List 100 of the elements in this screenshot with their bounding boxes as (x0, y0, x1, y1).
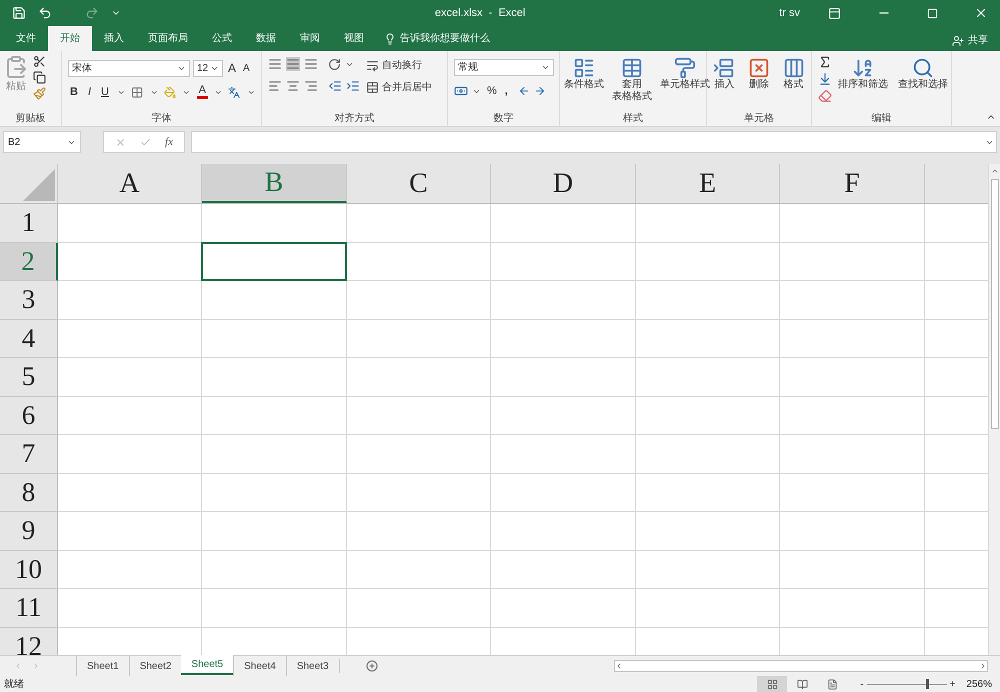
ribbon-tab[interactable]: 审阅 (288, 26, 332, 51)
share-button[interactable]: 共享 (940, 28, 1000, 53)
scroll-right-icon[interactable] (979, 662, 987, 670)
ribbon-tab[interactable]: 开始 (48, 26, 92, 51)
paint-bucket-icon[interactable] (164, 86, 176, 99)
indent-decrease-icon[interactable] (328, 79, 342, 93)
scissors-icon[interactable] (33, 55, 46, 68)
bold-button[interactable]: B (68, 84, 80, 100)
list-icon (573, 57, 595, 79)
ribbon-button[interactable]: 查找和选择 (894, 55, 952, 110)
zoom-slider[interactable] (866, 679, 947, 689)
column-header[interactable]: F (780, 164, 925, 203)
wrap-text-icon (366, 59, 379, 72)
font-size-dropdown[interactable]: 12 (193, 60, 223, 76)
previous-sheet-icon[interactable] (14, 662, 22, 670)
ribbon-button[interactable]: 删除 (744, 55, 774, 110)
eraser-icon[interactable] (818, 89, 832, 103)
tell-me-field[interactable]: 告诉我你想要做什么 (376, 26, 498, 51)
ribbon-tab[interactable]: 公式 (200, 26, 244, 51)
row-header[interactable]: 9 (0, 512, 58, 550)
insert-function-button[interactable]: fx (165, 134, 173, 150)
sum-icon[interactable] (818, 55, 832, 69)
table-icon (621, 57, 643, 79)
merge-cells-icon (366, 81, 379, 94)
ribbon-display-icon[interactable] (828, 6, 841, 20)
ribbon-tab[interactable]: 视图 (332, 26, 376, 51)
vertical-scrollbar[interactable] (988, 164, 1000, 655)
zoom-out-button[interactable]: - (857, 676, 867, 692)
row-header[interactable]: 12 (0, 628, 58, 655)
scroll-up-icon[interactable] (990, 167, 998, 175)
ribbon-button[interactable]: 条件格式 (560, 55, 608, 110)
grow-font-button[interactable]: A (226, 59, 238, 77)
increase-decimal-icon[interactable] (518, 85, 530, 98)
orientation-icon[interactable] (328, 58, 341, 70)
horizontal-scrollbar[interactable] (614, 660, 988, 672)
font-name-dropdown[interactable]: 宋体 (68, 60, 190, 76)
scrollbar-thumb[interactable] (990, 179, 998, 429)
name-box[interactable]: B2 (3, 131, 81, 153)
maximize-icon[interactable] (927, 8, 938, 18)
column-header[interactable]: C (347, 164, 491, 203)
sheet-tab[interactable]: Sheet5 (181, 655, 234, 675)
align-middle-icon[interactable] (286, 57, 300, 71)
column-header[interactable]: E (636, 164, 780, 203)
italic-button[interactable]: I (86, 84, 94, 100)
ribbon-button[interactable]: 套用 表格格式 (608, 55, 656, 110)
number-format-dropdown[interactable]: 常规 (454, 59, 554, 76)
row-header[interactable]: 4 (0, 320, 58, 358)
select-all-icon[interactable] (23, 169, 55, 201)
decrease-decimal-icon[interactable] (534, 85, 546, 98)
close-icon[interactable] (974, 6, 988, 20)
zoom-in-button[interactable]: + (946, 676, 958, 692)
scroll-left-icon[interactable] (615, 662, 623, 670)
merge-center-button[interactable]: 合并后居中 (366, 80, 432, 95)
square-x-icon (748, 57, 770, 79)
phonetic-icon[interactable] (228, 86, 241, 99)
row-header[interactable]: 5 (0, 358, 58, 396)
row-header[interactable]: 1 (0, 204, 58, 242)
row-header[interactable]: 11 (0, 589, 58, 628)
align-center-icon[interactable] (286, 79, 300, 93)
row-header[interactable]: 3 (0, 281, 58, 320)
row-header[interactable]: 2 (0, 242, 58, 281)
indent-increase-icon[interactable] (346, 79, 360, 93)
view-button[interactable] (757, 676, 788, 692)
column-header[interactable]: B (202, 164, 347, 203)
zoom-slider-thumb[interactable] (926, 679, 929, 689)
ribbon-tab[interactable]: 文件 (4, 26, 48, 51)
ribbon-button[interactable]: 格式 (778, 55, 809, 110)
next-sheet-icon[interactable] (32, 662, 40, 670)
align-right-icon[interactable] (304, 79, 318, 93)
row-header[interactable]: 10 (0, 550, 58, 589)
font-color-button[interactable]: A (196, 85, 208, 100)
ribbon-button[interactable]: 排序和筛选 (834, 55, 892, 110)
ribbon-tab[interactable]: 页面布局 (136, 26, 200, 51)
underline-button[interactable]: U (99, 84, 111, 100)
comma-button[interactable]: , (502, 83, 510, 100)
percent-button[interactable]: % (485, 83, 499, 100)
row-header[interactable]: 8 (0, 474, 58, 512)
column-header[interactable]: D (491, 164, 636, 203)
shrink-font-button[interactable]: A (241, 60, 252, 76)
enter-icon[interactable] (140, 136, 152, 148)
grid-icon[interactable] (131, 86, 144, 99)
save-icon[interactable] (12, 6, 26, 20)
undo-icon[interactable] (38, 6, 52, 20)
group-label: 数字 (494, 112, 514, 126)
copy-icon[interactable] (33, 71, 46, 84)
align-top-icon[interactable] (268, 57, 282, 71)
row-header[interactable]: 6 (0, 396, 58, 435)
page-icon (826, 678, 838, 690)
fill-down-icon[interactable] (818, 72, 832, 86)
window-title: excel.xlsx - Excel (434, 6, 526, 21)
ribbon-tab[interactable]: 插入 (92, 26, 136, 51)
lightbulb-icon (384, 32, 396, 44)
align-left-icon[interactable] (268, 79, 282, 93)
row-header[interactable]: 7 (0, 435, 58, 474)
add-sheet-icon[interactable] (366, 660, 378, 672)
ribbon-tab[interactable]: 数据 (244, 26, 288, 51)
cancel-icon[interactable] (115, 136, 126, 148)
formula-input[interactable] (191, 131, 997, 153)
align-bottom-icon[interactable] (304, 57, 318, 71)
wrap-text-button[interactable]: 自动换行 (366, 58, 432, 73)
